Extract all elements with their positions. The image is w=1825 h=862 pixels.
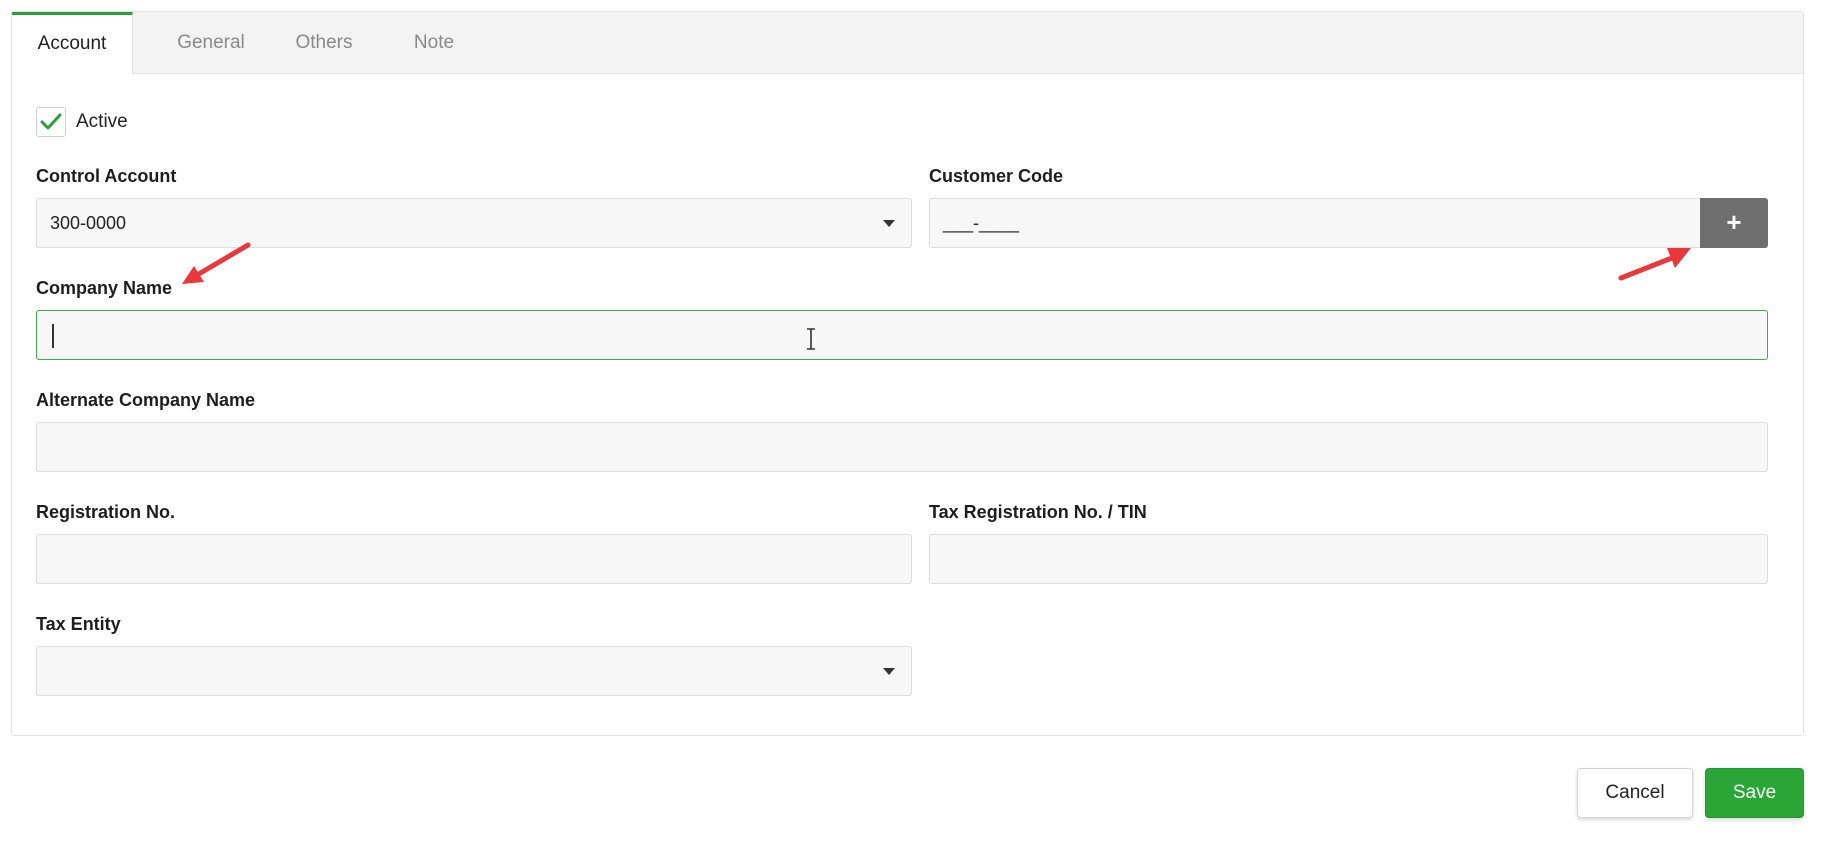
registration-no-input[interactable]	[36, 534, 912, 584]
alternate-company-name-label: Alternate Company Name	[36, 390, 256, 410]
save-button[interactable]: Save	[1705, 768, 1804, 818]
control-account-label: Control Account	[36, 166, 177, 186]
active-checkbox[interactable]	[36, 107, 66, 137]
tab-bar: Account General Others Note	[12, 12, 1803, 74]
tab-note[interactable]: Note	[386, 12, 482, 73]
caret-down-icon	[883, 668, 895, 675]
customer-code-input[interactable]: ___-____	[929, 198, 1701, 248]
customer-code-mask: ___-____	[943, 213, 1020, 233]
active-label: Active	[76, 111, 128, 132]
registration-no-label: Registration No.	[36, 502, 176, 522]
checkmark-icon	[40, 113, 62, 130]
add-customer-code-button[interactable]: +	[1700, 198, 1768, 248]
tab-general[interactable]: General	[151, 12, 271, 73]
company-name-label: Company Name	[36, 278, 173, 298]
alternate-company-name-input[interactable]	[36, 422, 1768, 472]
tab-account[interactable]: Account	[12, 12, 133, 74]
cancel-button[interactable]: Cancel	[1577, 768, 1693, 818]
control-account-value: 300-0000	[50, 213, 127, 233]
tax-entity-select[interactable]	[36, 646, 912, 696]
i-beam-cursor-icon	[807, 328, 815, 350]
tax-entity-label: Tax Entity	[36, 614, 121, 634]
tab-others[interactable]: Others	[274, 12, 374, 73]
tax-registration-no-label: Tax Registration No. / TIN	[929, 502, 1147, 522]
company-name-input[interactable]	[36, 310, 1768, 360]
tax-registration-no-input[interactable]	[929, 534, 1768, 584]
red-arrow-icon	[1618, 248, 1691, 281]
customer-form-panel: Account General Others Note	[11, 11, 1804, 736]
caret-down-icon	[883, 220, 895, 227]
text-cursor	[52, 324, 54, 348]
control-account-select[interactable]: 300-0000	[36, 198, 912, 248]
customer-code-label: Customer Code	[929, 166, 1064, 186]
red-arrow-icon	[182, 242, 251, 284]
